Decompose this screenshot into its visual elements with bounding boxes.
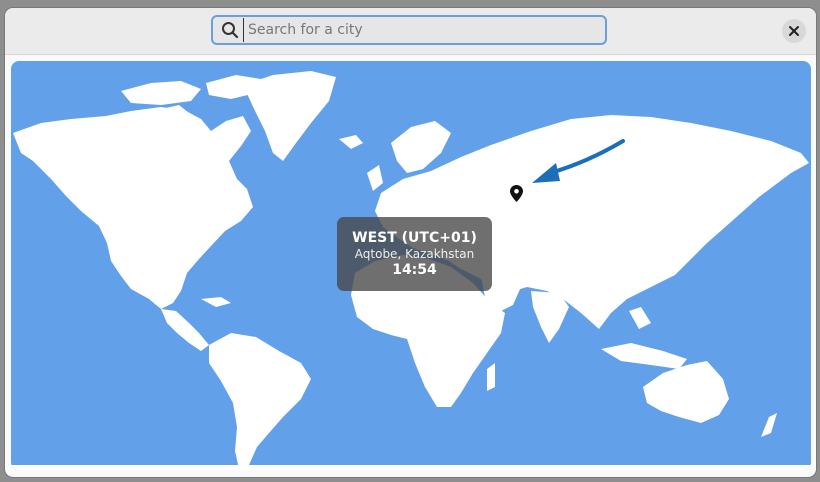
close-button[interactable] [782, 19, 806, 43]
world-clock-add-dialog: WEST (UTC+01) Aqtobe, Kazakhstan 14:54 [5, 8, 816, 477]
search-input[interactable] [243, 18, 605, 42]
local-time-label: 14:54 [392, 262, 437, 278]
pointer-arrow-icon [532, 139, 625, 183]
search-bar[interactable] [211, 15, 607, 45]
world-map[interactable]: WEST (UTC+01) Aqtobe, Kazakhstan 14:54 [11, 61, 811, 470]
city-label: Aqtobe, Kazakhstan [354, 247, 475, 261]
search-icon [221, 21, 239, 39]
timezone-label: WEST (UTC+01) [352, 230, 477, 246]
close-icon [789, 26, 799, 36]
location-tooltip: WEST (UTC+01) Aqtobe, Kazakhstan 14:54 [337, 217, 492, 291]
map-pin-icon[interactable] [510, 185, 523, 206]
dialog-header [5, 8, 816, 55]
